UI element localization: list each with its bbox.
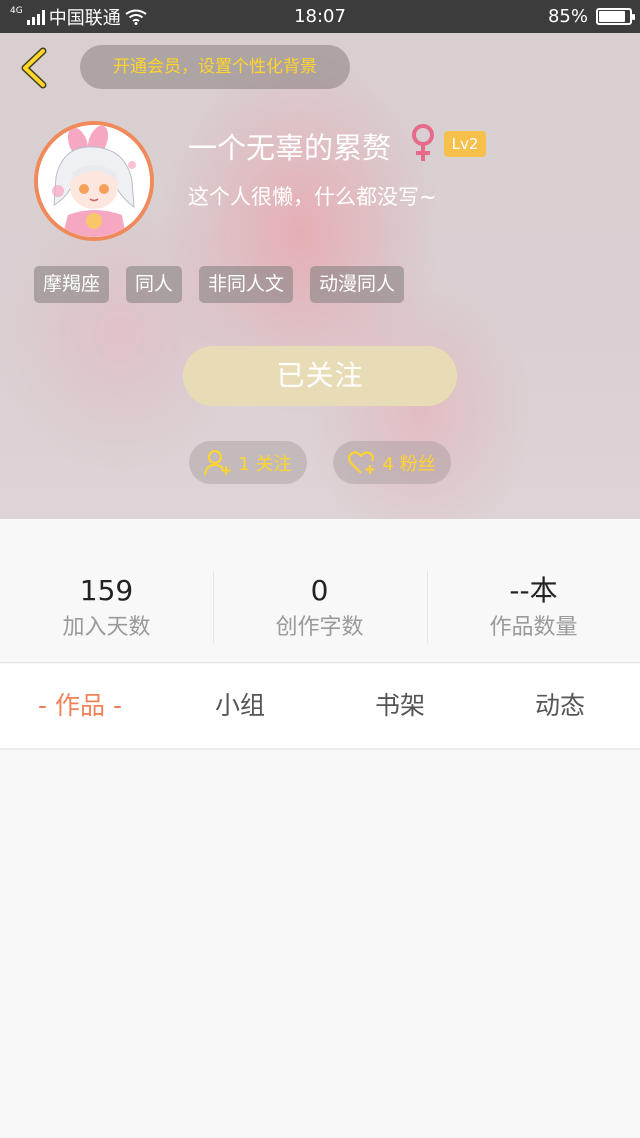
- stat-label: 加入天数: [62, 615, 151, 640]
- stat-label: 作品数量: [489, 615, 578, 640]
- back-button[interactable]: [14, 45, 54, 91]
- female-icon: [412, 124, 434, 161]
- avatar-illustration: [38, 125, 150, 237]
- vip-banner[interactable]: 开通会员，设置个性化背景: [80, 45, 350, 89]
- tag-item[interactable]: 摩羯座: [34, 266, 110, 303]
- stats-panel: 159 加入天数 0 创作字数 --本 作品数量: [0, 519, 640, 663]
- tag-item[interactable]: 非同人文: [199, 266, 294, 303]
- avatar[interactable]: [34, 121, 154, 241]
- tab-groups[interactable]: 小组: [160, 664, 320, 748]
- stat-label: 创作字数: [275, 615, 364, 640]
- tab-bookshelf[interactable]: 书架: [320, 664, 480, 748]
- fans-count: 4 粉丝: [382, 453, 436, 475]
- stat-works-count: --本 作品数量: [427, 571, 640, 651]
- bio-text: 这个人很懒，什么都没写~: [188, 185, 437, 209]
- tab-activity[interactable]: 动态: [480, 664, 640, 748]
- battery-icon: [596, 8, 635, 25]
- tab-content-area: [0, 752, 640, 1138]
- following-count-button[interactable]: 1 关注: [189, 441, 307, 484]
- profile-header: 开通会员，设置个性化背景 一个无辜的累赘 Lv2 这个人很懒，什么都没写~ 摩羯…: [0, 33, 640, 519]
- stat-value: --本: [509, 574, 558, 607]
- fans-count-button[interactable]: 4 粉丝: [333, 441, 451, 484]
- status-right: 85%: [547, 0, 635, 33]
- tag-item[interactable]: 动漫同人: [310, 266, 405, 303]
- stat-value: 0: [310, 574, 329, 607]
- tag-list: 摩羯座 同人 非同人文 动漫同人: [34, 266, 405, 303]
- following-count: 1 关注: [238, 453, 292, 475]
- battery-percent: 85%: [547, 6, 588, 27]
- stat-join-days: 159 加入天数: [0, 571, 213, 651]
- status-bar: 4G 中国联通 18:07 85%: [0, 0, 640, 33]
- follow-button[interactable]: 已关注: [183, 346, 457, 406]
- back-arrow-icon: [21, 47, 47, 89]
- profile-page: 4G 中国联通 18:07 85% 开通会员，设置个性化背景 一个无辜的累赘 L…: [0, 0, 640, 1138]
- username: 一个无辜的累赘: [188, 131, 392, 165]
- stat-word-count: 0 创作字数: [213, 571, 426, 651]
- battery-level-fill: [599, 11, 625, 22]
- heart-add-icon: [348, 450, 375, 474]
- level-badge: Lv2: [444, 131, 486, 157]
- user-add-icon: [204, 449, 231, 475]
- profile-tabs: - 作品 - 小组 书架 动态: [0, 664, 640, 750]
- stat-value: 159: [79, 574, 134, 607]
- clock: 18:07: [294, 6, 346, 27]
- tab-works[interactable]: - 作品 -: [0, 664, 160, 748]
- tag-item[interactable]: 同人: [126, 266, 183, 303]
